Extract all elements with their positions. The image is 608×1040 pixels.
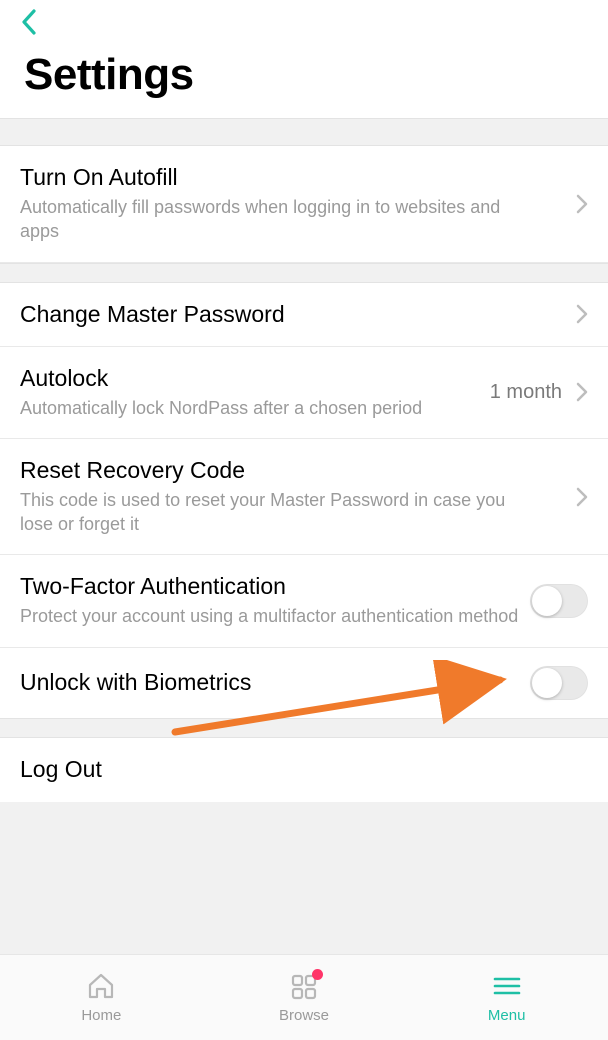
- row-autolock[interactable]: Autolock Automatically lock NordPass aft…: [0, 347, 608, 439]
- tab-home[interactable]: Home: [0, 955, 203, 1040]
- row-two-factor-title: Two-Factor Authentication: [20, 573, 530, 600]
- browse-icon: [287, 971, 321, 1001]
- section-divider: [0, 718, 608, 738]
- tab-home-label: Home: [81, 1007, 121, 1024]
- row-unlock-biometrics[interactable]: Unlock with Biometrics: [0, 648, 608, 718]
- tab-browse-label: Browse: [279, 1007, 329, 1024]
- notification-badge: [312, 969, 323, 980]
- row-change-master-title: Change Master Password: [20, 301, 576, 328]
- row-reset-recovery-subtitle: This code is used to reset your Master P…: [20, 488, 520, 537]
- tab-menu[interactable]: Menu: [405, 955, 608, 1040]
- row-two-factor-subtitle: Protect your account using a multifactor…: [20, 604, 520, 628]
- tab-menu-label: Menu: [488, 1007, 526, 1024]
- toggle-knob: [532, 586, 562, 616]
- menu-icon: [490, 971, 524, 1001]
- row-reset-recovery[interactable]: Reset Recovery Code This code is used to…: [0, 439, 608, 556]
- empty-space: [0, 802, 608, 954]
- row-biometrics-title: Unlock with Biometrics: [20, 669, 530, 696]
- section-divider: [0, 118, 608, 146]
- tab-browse[interactable]: Browse: [203, 955, 406, 1040]
- row-autofill-subtitle: Automatically fill passwords when loggin…: [20, 195, 520, 244]
- row-autofill-title: Turn On Autofill: [20, 164, 576, 191]
- row-two-factor[interactable]: Two-Factor Authentication Protect your a…: [0, 555, 608, 647]
- chevron-right-icon: [576, 304, 588, 324]
- section-divider: [0, 263, 608, 283]
- chevron-right-icon: [576, 487, 588, 507]
- row-logout-title: Log Out: [20, 756, 588, 783]
- row-autofill[interactable]: Turn On Autofill Automatically fill pass…: [0, 146, 608, 263]
- home-icon: [84, 971, 118, 1001]
- row-autolock-value: 1 month: [490, 381, 562, 404]
- back-button[interactable]: [18, 8, 40, 36]
- chevron-right-icon: [576, 194, 588, 214]
- chevron-left-icon: [20, 8, 38, 36]
- row-reset-recovery-title: Reset Recovery Code: [20, 457, 576, 484]
- toggle-knob: [532, 668, 562, 698]
- row-autolock-subtitle: Automatically lock NordPass after a chos…: [20, 396, 490, 420]
- chevron-right-icon: [576, 382, 588, 402]
- row-log-out[interactable]: Log Out: [0, 738, 608, 802]
- row-autolock-title: Autolock: [20, 365, 490, 392]
- biometrics-toggle[interactable]: [530, 666, 588, 700]
- page-title: Settings: [24, 50, 584, 100]
- tab-bar: Home Browse Menu: [0, 954, 608, 1040]
- row-change-master-password[interactable]: Change Master Password: [0, 283, 608, 347]
- two-factor-toggle[interactable]: [530, 584, 588, 618]
